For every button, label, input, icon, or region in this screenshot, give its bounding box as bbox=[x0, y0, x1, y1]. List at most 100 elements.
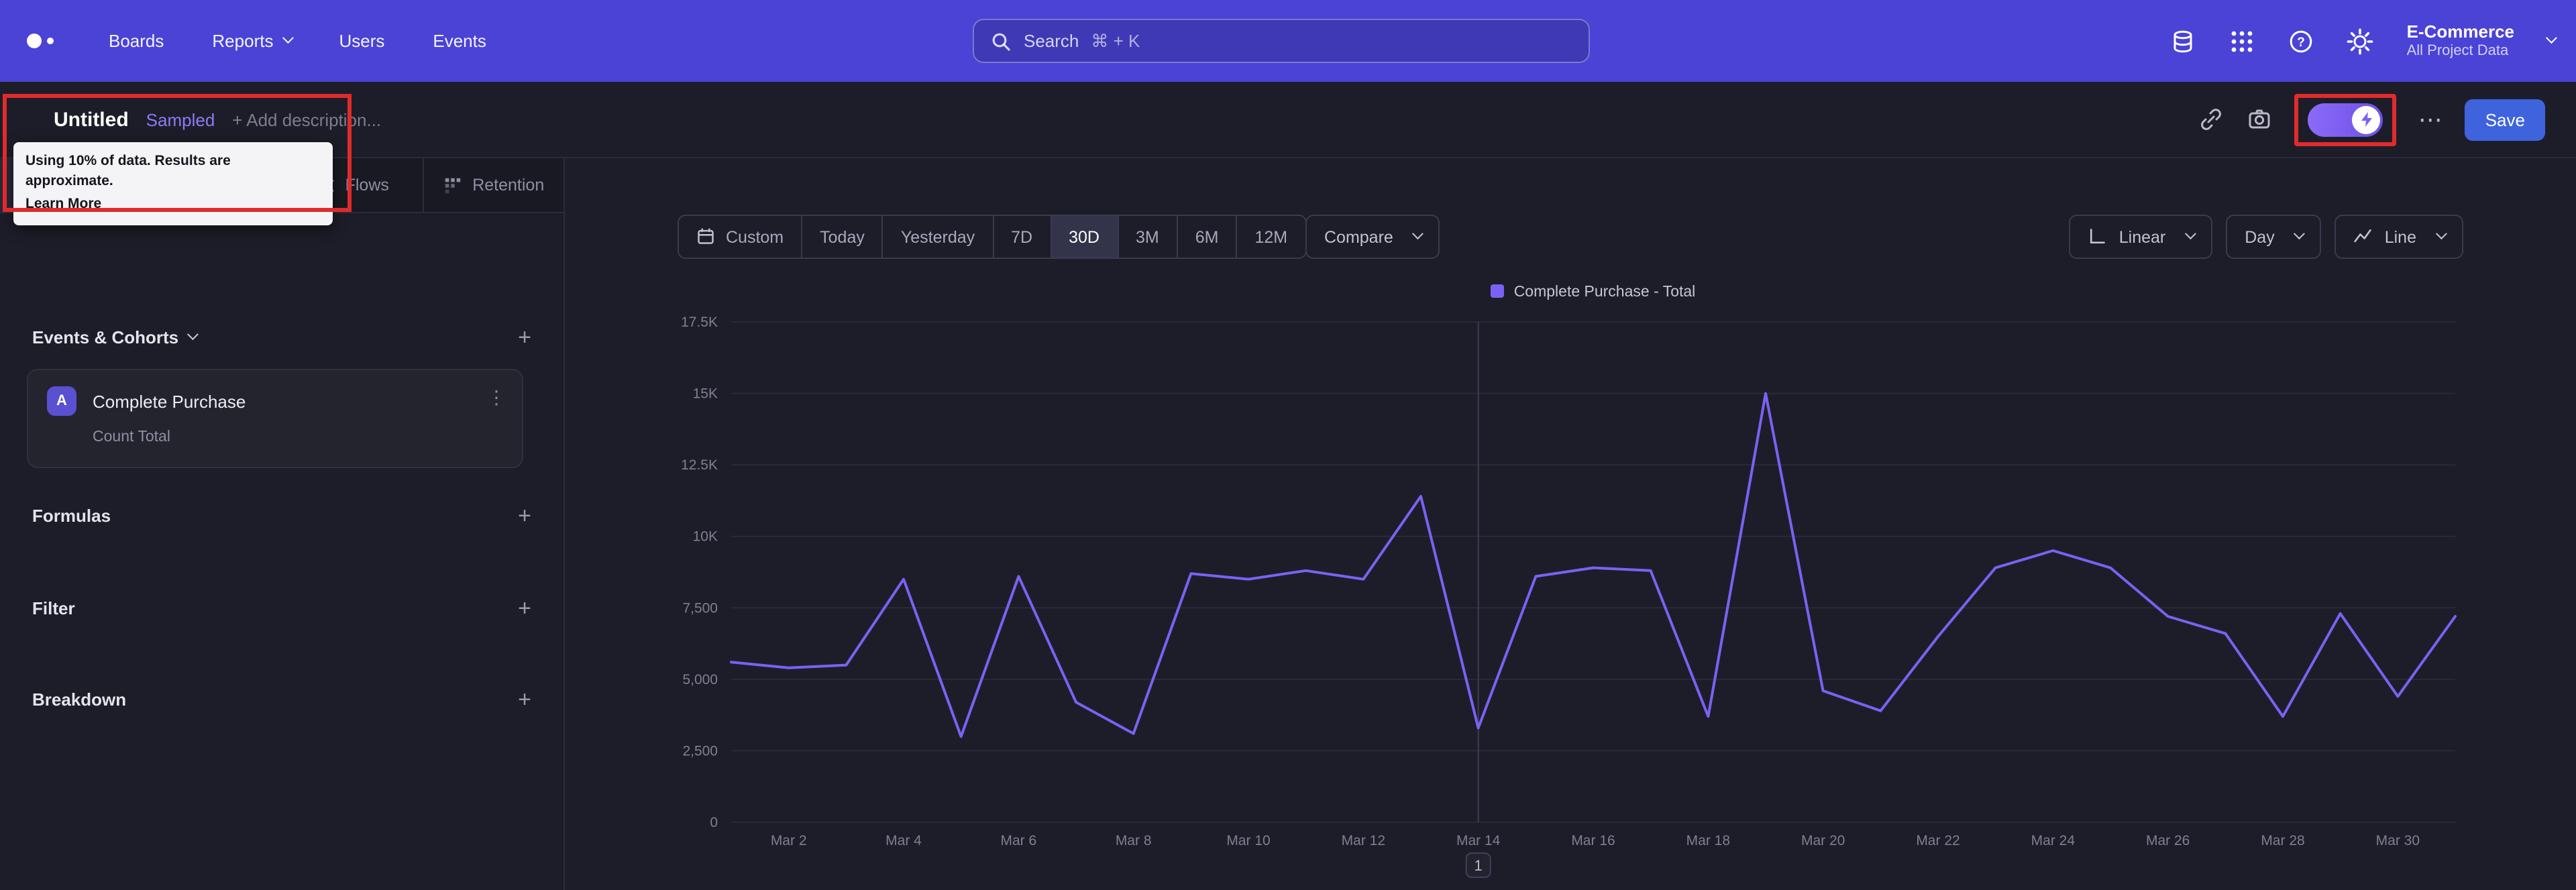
x-axis-tick-label: Mar 30 bbox=[2376, 833, 2420, 848]
formulas-label: Formulas bbox=[32, 505, 111, 525]
scale-select[interactable]: Linear bbox=[2069, 215, 2213, 259]
y-axis-tick-label: 5,000 bbox=[682, 672, 718, 687]
nav-item-boards[interactable]: Boards bbox=[109, 31, 164, 51]
save-button[interactable]: Save bbox=[2465, 99, 2545, 140]
linear-axis-icon bbox=[2088, 227, 2108, 247]
event-name[interactable]: Complete Purchase bbox=[93, 391, 246, 411]
events-cohorts-section: Events & Cohorts + bbox=[32, 322, 531, 351]
range-3m-button[interactable]: 3M bbox=[1117, 215, 1178, 259]
sampled-badge[interactable]: Sampled bbox=[146, 109, 215, 129]
x-axis-tick-label: Mar 24 bbox=[2031, 833, 2076, 848]
x-axis-tick-label: Mar 18 bbox=[1686, 833, 1730, 848]
event-card[interactable]: A Complete Purchase ⋮ Count Total bbox=[27, 369, 523, 468]
range-today-button[interactable]: Today bbox=[801, 215, 883, 259]
annotation-marker-label: 1 bbox=[1474, 857, 1483, 874]
app-root: Boards Reports Users Events Search ⌘ + K… bbox=[0, 0, 2576, 890]
chevron-down-icon bbox=[187, 328, 199, 340]
calendar-icon bbox=[696, 227, 716, 247]
range-30d-button[interactable]: 30D bbox=[1050, 215, 1118, 259]
screenshot-icon[interactable] bbox=[2247, 106, 2273, 133]
add-breakdown-button[interactable]: + bbox=[518, 687, 531, 710]
x-axis-tick-label: Mar 10 bbox=[1226, 833, 1270, 848]
range-yesterday-button[interactable]: Yesterday bbox=[881, 215, 994, 259]
copy-link-icon[interactable] bbox=[2198, 106, 2225, 133]
learn-more-link[interactable]: Learn More bbox=[25, 197, 101, 213]
tab-retention[interactable]: Retention bbox=[423, 158, 564, 212]
range-6m-button[interactable]: 6M bbox=[1176, 215, 1238, 259]
filter-section: Filter + bbox=[32, 593, 531, 622]
nav-item-users[interactable]: Users bbox=[339, 31, 384, 51]
y-axis-tick-label: 2,500 bbox=[682, 743, 718, 759]
search-icon bbox=[990, 30, 1012, 52]
report-header-actions: ⋯ Save bbox=[2198, 82, 2545, 157]
logo-dot-small bbox=[47, 38, 54, 44]
x-axis-tick-label: Mar 12 bbox=[1342, 833, 1385, 848]
range-7d-button[interactable]: 7D bbox=[992, 215, 1052, 259]
x-axis-tick-label: Mar 8 bbox=[1116, 833, 1152, 848]
granularity-select[interactable]: Day bbox=[2226, 215, 2322, 259]
chevron-down-icon bbox=[2294, 228, 2306, 240]
nav-item-events[interactable]: Events bbox=[433, 31, 486, 51]
query-builder-sidebar: Insights Funnels Flows Retention bbox=[0, 158, 565, 890]
date-range-segmented-control: Custom Today Yesterday 7D 30D 3M 6M 12M bbox=[678, 215, 1307, 259]
compare-button[interactable]: Compare bbox=[1305, 215, 1440, 259]
y-axis-tick-label: 17.5K bbox=[681, 315, 718, 330]
search-input[interactable]: Search ⌘ + K bbox=[973, 19, 1590, 63]
data-management-icon[interactable] bbox=[2168, 26, 2198, 56]
event-metric[interactable]: Count Total bbox=[93, 429, 170, 445]
nav-item-reports[interactable]: Reports bbox=[212, 31, 294, 51]
report-title[interactable]: Untitled bbox=[54, 108, 129, 131]
top-nav-bar: Boards Reports Users Events Search ⌘ + K… bbox=[0, 0, 2576, 82]
chart-type-select[interactable]: Line bbox=[2334, 215, 2463, 259]
x-axis-tick-label: Mar 28 bbox=[2261, 833, 2304, 848]
event-letter-badge: A bbox=[47, 386, 76, 416]
series-line[interactable] bbox=[730, 392, 2457, 738]
sampling-tooltip: Using 10% of data. Results are approxima… bbox=[13, 142, 333, 226]
apps-grid-icon[interactable] bbox=[2227, 26, 2257, 56]
project-chevron-down-icon[interactable] bbox=[2545, 32, 2557, 44]
highlight-box-sampling-toggle bbox=[2294, 93, 2397, 146]
y-axis-tick-label: 0 bbox=[710, 815, 718, 830]
event-kebab-menu[interactable]: ⋮ bbox=[487, 386, 506, 409]
chart-controls-row: Custom Today Yesterday 7D 30D 3M 6M 12M … bbox=[565, 215, 2576, 259]
formulas-section: Formulas + bbox=[32, 500, 531, 530]
filter-label: Filter bbox=[32, 598, 75, 618]
y-axis-tick-label: 15K bbox=[693, 386, 718, 402]
overflow-menu-button[interactable]: ⋯ bbox=[2418, 107, 2444, 131]
x-axis-tick-label: Mar 6 bbox=[1000, 833, 1036, 848]
line-chart-icon bbox=[2354, 227, 2374, 247]
y-axis-tick-label: 10K bbox=[693, 529, 718, 545]
add-description-button[interactable]: + Add description... bbox=[232, 109, 381, 129]
chart-display-controls: Linear Day Line bbox=[2069, 215, 2463, 259]
y-axis-tick-label: 7,500 bbox=[682, 600, 718, 616]
breakdown-label: Breakdown bbox=[32, 689, 127, 709]
x-axis-tick-label: Mar 16 bbox=[1571, 833, 1615, 848]
events-cohorts-label[interactable]: Events & Cohorts bbox=[32, 327, 199, 347]
logo-dot-large bbox=[27, 34, 42, 48]
add-formula-button[interactable]: + bbox=[518, 504, 531, 526]
range-custom-button[interactable]: Custom bbox=[678, 215, 803, 259]
x-axis-tick-label: Mar 20 bbox=[1801, 833, 1845, 848]
x-axis-tick-label: Mar 22 bbox=[1916, 833, 1960, 848]
x-axis-tick-label: Mar 2 bbox=[771, 833, 807, 848]
retention-icon bbox=[443, 175, 463, 195]
event-card-row: A Complete Purchase bbox=[47, 386, 246, 416]
line-chart[interactable]: 0 2,500 5,000 7,500 10K 12.5K 15K 17.5K Mar 2 Mar… bbox=[565, 292, 2576, 890]
chevron-down-icon bbox=[2435, 228, 2447, 240]
x-axis-tick-label: Mar 4 bbox=[885, 833, 922, 848]
x-axis-tick-label: Mar 14 bbox=[1456, 833, 1501, 848]
x-axis-tick-label: Mar 26 bbox=[2146, 833, 2190, 848]
gear-icon[interactable] bbox=[2345, 26, 2375, 56]
search-shortcut: ⌘ + K bbox=[1091, 30, 1140, 50]
add-event-button[interactable]: + bbox=[518, 325, 531, 348]
chevron-down-icon bbox=[1412, 228, 1424, 240]
chart-panel: Custom Today Yesterday 7D 30D 3M 6M 12M … bbox=[565, 158, 2576, 890]
add-filter-button[interactable]: + bbox=[518, 596, 531, 619]
mixpanel-logo-icon[interactable] bbox=[27, 32, 62, 51]
help-icon[interactable]: ? bbox=[2286, 26, 2316, 56]
svg-text:?: ? bbox=[2297, 35, 2305, 49]
range-12m-button[interactable]: 12M bbox=[1236, 215, 1307, 259]
project-selector[interactable]: E-Commerce All Project Data bbox=[2407, 21, 2514, 61]
sampling-toggle[interactable] bbox=[2308, 103, 2383, 136]
primary-nav: Boards Reports Users Events bbox=[109, 0, 486, 82]
